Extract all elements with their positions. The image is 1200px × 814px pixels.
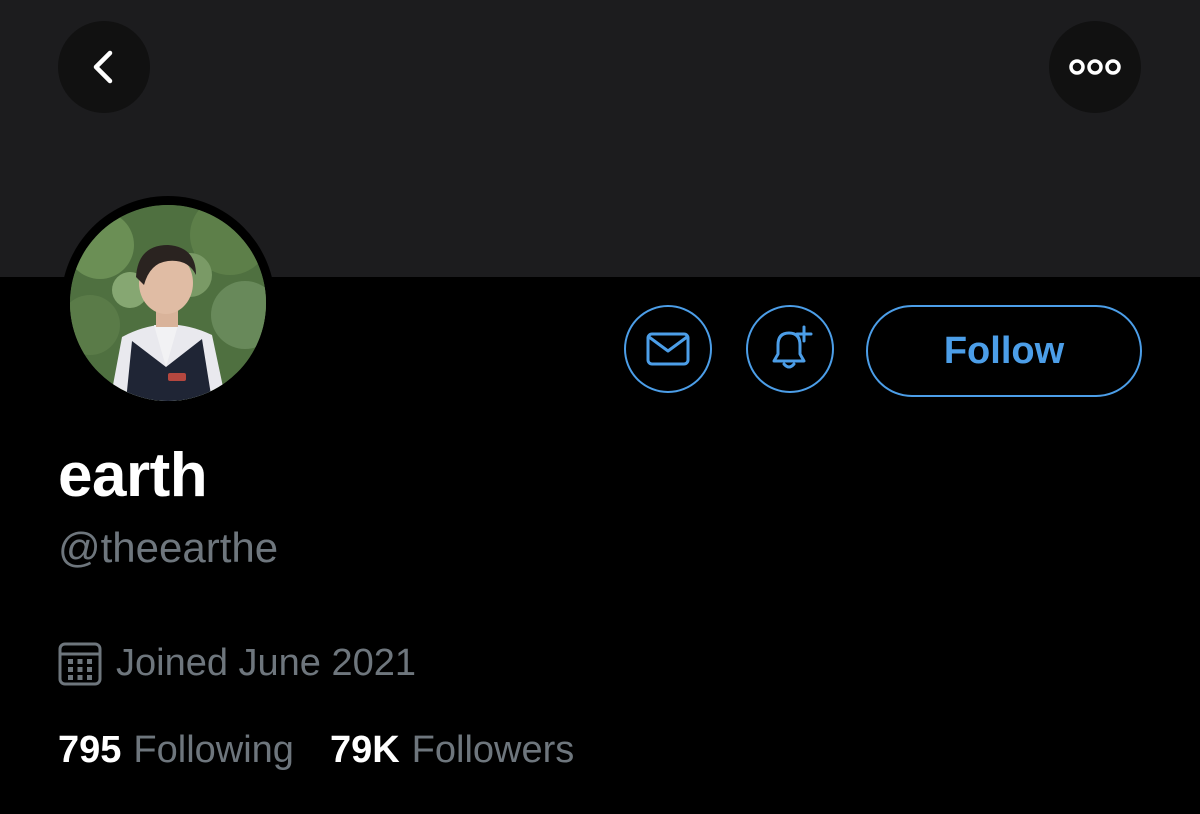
avatar[interactable]	[70, 205, 266, 401]
joined-date-row: Joined June 2021	[58, 638, 416, 688]
message-button[interactable]	[624, 305, 712, 393]
mail-icon	[646, 332, 690, 366]
bell-plus-icon	[772, 325, 813, 369]
followers-label[interactable]: Followers	[412, 724, 575, 776]
joined-date: Joined June 2021	[116, 642, 417, 684]
followers-count[interactable]: 79K	[330, 724, 400, 776]
follow-button[interactable]: Follow	[866, 305, 1142, 397]
back-button[interactable]	[58, 21, 150, 113]
following-label[interactable]: Following	[133, 724, 294, 776]
chevron-left-icon	[93, 50, 113, 84]
calendar-icon	[58, 642, 102, 686]
avatar-frame	[61, 196, 275, 410]
notifications-button[interactable]	[746, 305, 834, 393]
profile-page: Follow earth @theearthe Joined June 2021…	[0, 0, 1200, 814]
avatar-photo	[70, 205, 266, 401]
more-options-button[interactable]	[1049, 21, 1141, 113]
display-name: earth	[58, 441, 208, 510]
profile-handle: @theearthe	[58, 524, 279, 571]
follow-stats: 795 Following 79K Followers	[58, 724, 574, 776]
more-options-icon	[1069, 59, 1121, 75]
following-count[interactable]: 795	[58, 724, 121, 776]
